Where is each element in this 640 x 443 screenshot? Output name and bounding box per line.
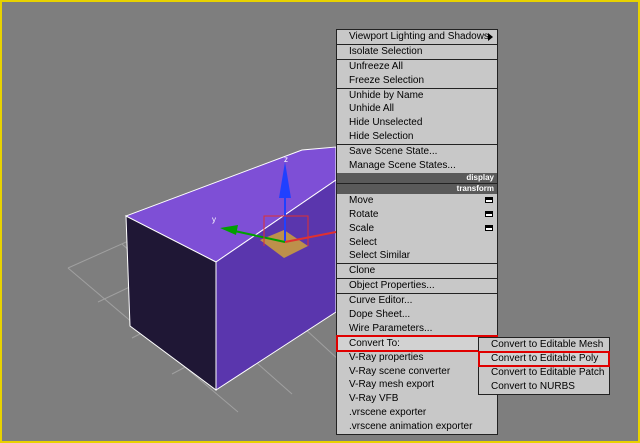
menu-item-label: Select Similar [349, 250, 411, 262]
menu-item-label: Isolate Selection [349, 45, 423, 57]
settings-box-icon[interactable] [485, 210, 493, 217]
menu-item-select[interactable]: Select [337, 236, 497, 250]
menu-item-label: Hide Unselected [349, 117, 423, 129]
menu-item-label: Curve Editor... [349, 295, 413, 307]
menu-item-label: V-Ray mesh export [349, 379, 435, 391]
menu-item-label: Viewport Lighting and Shadows [349, 31, 489, 42]
menu-item-vrscene-animation-exporter[interactable]: .vrscene animation exporter [337, 420, 497, 434]
menu-item-rotate[interactable]: Rotate [337, 208, 497, 222]
menu-item-label: Object Properties... [349, 280, 435, 292]
menu-item-hide-unselected[interactable]: Hide Unselected [337, 116, 497, 130]
menu-item-label: Select [349, 236, 377, 248]
submenu-arrow-icon [488, 33, 493, 41]
settings-box-icon[interactable] [485, 224, 493, 231]
menu-item-convert-to[interactable]: Convert To: [336, 334, 498, 352]
menu-item-label: V-Ray VFB [349, 393, 399, 405]
menu-item-label: Manage Scene States... [349, 160, 456, 172]
menu-item-label: Freeze Selection [349, 74, 425, 86]
menu-item-vray-vfb[interactable]: V-Ray VFB [337, 392, 497, 406]
menu-item-label: Unfreeze All [349, 60, 403, 72]
menu-item-label: Clone [349, 265, 376, 277]
menu-item-label: Dope Sheet... [349, 309, 411, 321]
menu-item-freeze-selection[interactable]: Freeze Selection [337, 74, 497, 88]
menu-item-label: Move [349, 194, 374, 206]
menu-item-label: .vrscene exporter [349, 407, 427, 419]
menu-section-header-transform: transform [337, 182, 497, 194]
menu-item-label: Unhide All [349, 103, 395, 115]
menu-item-label: Convert To: [349, 337, 400, 349]
submenu-item-editable-poly[interactable]: Convert to Editable Poly [478, 350, 610, 367]
menu-item-wire-parameters[interactable]: Wire Parameters... [337, 322, 497, 336]
convert-to-submenu: Convert to Editable Mesh Convert to Edit… [478, 337, 610, 395]
menu-item-move[interactable]: Move [337, 194, 497, 208]
submenu-item-nurbs[interactable]: Convert to NURBS [479, 380, 609, 394]
menu-item-label: Scale [349, 222, 375, 234]
menu-item-label: Save Scene State... [349, 146, 438, 158]
menu-item-curve-editor[interactable]: Curve Editor... [337, 293, 497, 308]
settings-box-icon[interactable] [485, 196, 493, 203]
submenu-item-editable-patch[interactable]: Convert to Editable Patch [479, 366, 609, 380]
menu-item-save-scene-state[interactable]: Save Scene State... [337, 144, 497, 159]
menu-item-label: Hide Selection [349, 131, 414, 143]
menu-item-vray-properties[interactable]: V-Ray properties [337, 351, 497, 365]
menu-item-label: Convert to NURBS [491, 380, 575, 392]
menu-item-label: Convert to Editable Patch [491, 366, 605, 378]
menu-item-viewport-lighting[interactable]: Viewport Lighting and Shadows [337, 30, 497, 44]
menu-item-label: Convert to Editable Mesh [491, 339, 604, 350]
menu-item-dope-sheet[interactable]: Dope Sheet... [337, 308, 497, 322]
submenu-item-editable-mesh[interactable]: Convert to Editable Mesh [479, 338, 609, 352]
menu-item-select-similar[interactable]: Select Similar [337, 249, 497, 263]
menu-item-unhide-all[interactable]: Unhide All [337, 102, 497, 116]
menu-item-label: Convert to Editable Poly [491, 352, 599, 364]
menu-section-header-display: display [337, 172, 497, 183]
menu-item-vray-mesh-export[interactable]: V-Ray mesh export [337, 378, 497, 392]
y-axis-label: y [212, 215, 216, 224]
menu-item-manage-scene-states[interactable]: Manage Scene States... [337, 159, 497, 173]
perspective-viewport[interactable]: z y Viewport Lighting and Shadows Isolat… [0, 0, 640, 443]
menu-item-vrscene-exporter[interactable]: .vrscene exporter [337, 406, 497, 420]
menu-item-hide-selection[interactable]: Hide Selection [337, 130, 497, 144]
menu-item-label: .vrscene animation exporter [349, 421, 473, 433]
menu-item-vray-scene-converter[interactable]: V-Ray scene converter [337, 365, 497, 379]
menu-item-object-properties[interactable]: Object Properties... [337, 278, 497, 293]
menu-item-unfreeze-all[interactable]: Unfreeze All [337, 58, 497, 74]
menu-item-clone[interactable]: Clone [337, 263, 497, 278]
menu-item-isolate-selection[interactable]: Isolate Selection [337, 43, 497, 59]
menu-item-unhide-by-name[interactable]: Unhide by Name [337, 87, 497, 103]
menu-item-label: Wire Parameters... [349, 322, 433, 334]
z-axis-label: z [284, 155, 288, 164]
menu-item-scale[interactable]: Scale [337, 222, 497, 236]
menu-item-label: V-Ray scene converter [349, 365, 451, 377]
menu-item-label: Rotate [349, 208, 379, 220]
quad-context-menu: Viewport Lighting and Shadows Isolate Se… [336, 29, 498, 436]
menu-item-label: Unhide by Name [349, 89, 424, 101]
menu-item-label: V-Ray properties [349, 351, 424, 363]
